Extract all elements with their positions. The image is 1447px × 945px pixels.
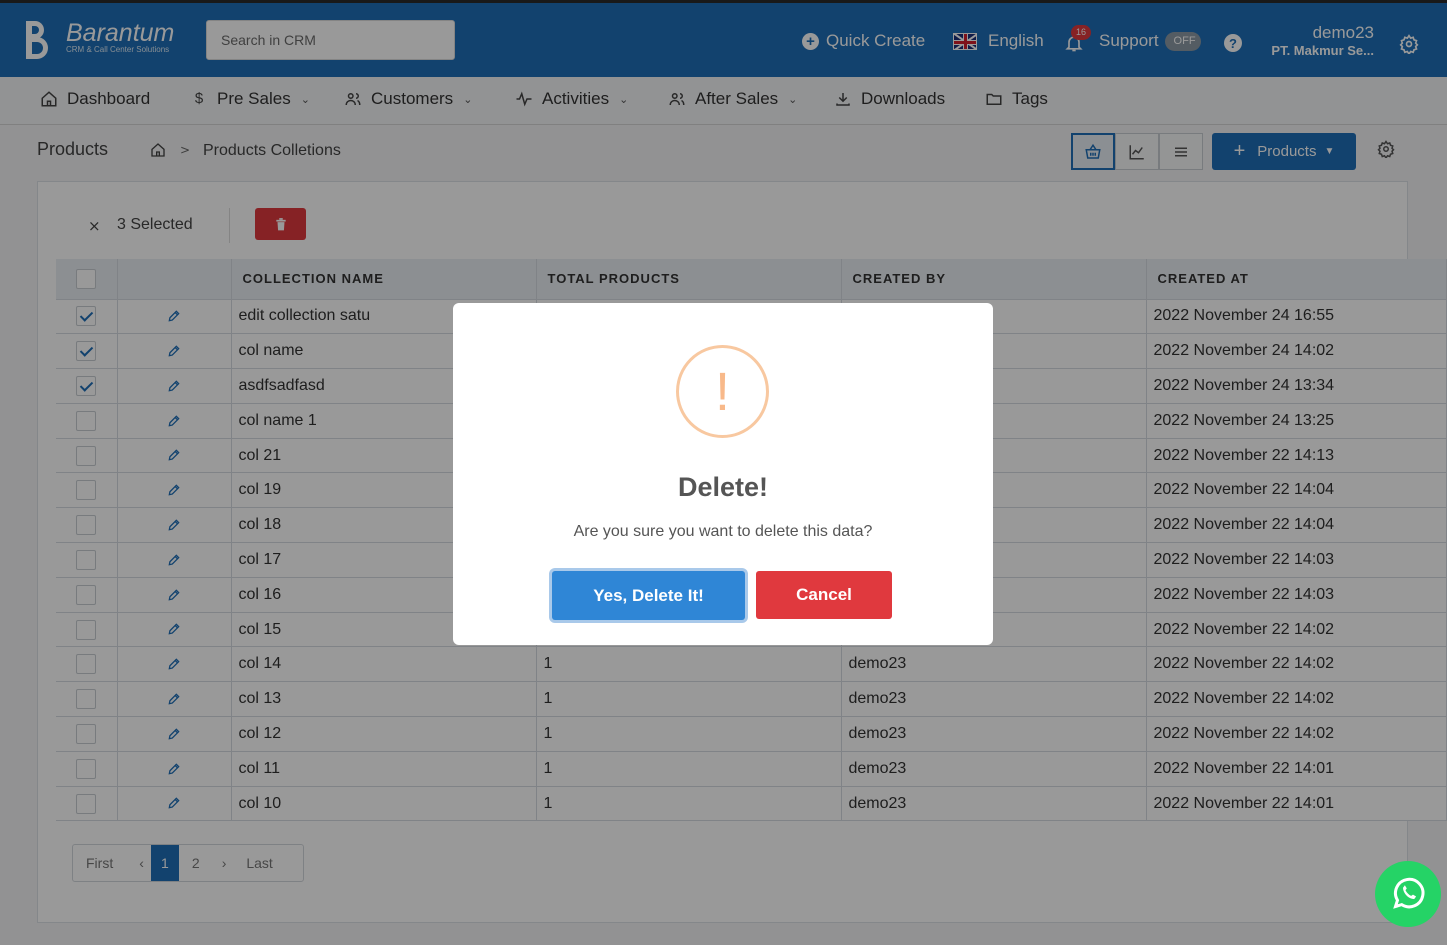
cancel-button[interactable]: Cancel: [756, 571, 892, 619]
warning-icon: !: [676, 345, 769, 438]
whatsapp-chat-button[interactable]: [1375, 861, 1441, 927]
whatsapp-icon: [1393, 877, 1425, 909]
dialog-message: Are you sure you want to delete this dat…: [573, 523, 873, 540]
confirm-delete-button[interactable]: Yes, Delete It!: [552, 571, 745, 620]
dialog-title: Delete!: [677, 472, 769, 502]
delete-confirm-dialog: ! Delete! Are you sure you want to delet…: [453, 303, 993, 645]
